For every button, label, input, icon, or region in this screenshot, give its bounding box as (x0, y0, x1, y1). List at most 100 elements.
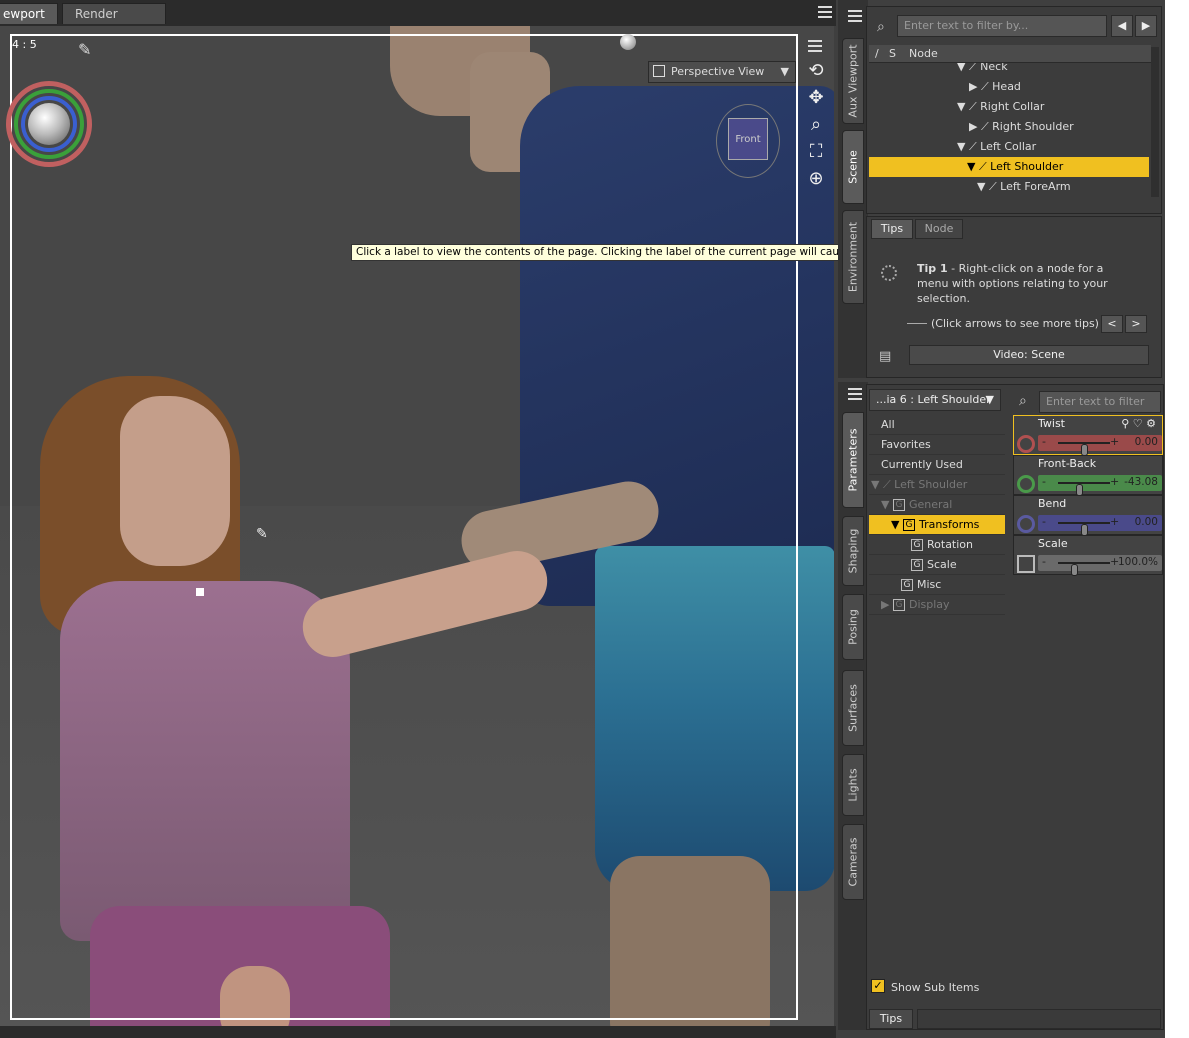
column-visible[interactable]: / (875, 45, 879, 63)
scene-scrollbar[interactable] (1151, 47, 1159, 197)
group-misc[interactable]: G Misc (869, 575, 1005, 595)
tree-row[interactable]: ▼ ⟋ Left ForeArm (869, 177, 1149, 197)
slider-knob[interactable] (1071, 564, 1078, 576)
tip-text: Tip 1 - Right-click on a node for a menu… (917, 261, 1137, 306)
viewport-tab-bar: ewport Render Library (0, 0, 836, 42)
aspect-ratio-label: 4 : 5 (12, 38, 37, 51)
node-selector[interactable]: ...ia 6 : Left Shoulder ▼ (869, 389, 1001, 411)
pin-icon[interactable]: ✎ (78, 40, 91, 59)
video-scene-button[interactable]: Video: Scene (909, 345, 1149, 365)
column-s[interactable]: S (889, 45, 896, 63)
decrement-icon[interactable]: - (1042, 555, 1046, 568)
slider-bar[interactable]: - + -43.08 (1038, 475, 1162, 496)
tab-scene[interactable]: Scene (842, 130, 864, 204)
slider-bar[interactable]: - + 0.00 (1038, 515, 1162, 536)
tab-posing[interactable]: Posing (842, 594, 864, 660)
group-transforms[interactable]: ▼ G Transforms (869, 515, 1005, 535)
slider-twist[interactable]: Twist ⚲ ♡ ⚙ - + 0.00 (1013, 415, 1163, 456)
node-pin-icon[interactable]: ✎ (256, 526, 268, 542)
tab-shaping[interactable]: Shaping (842, 516, 864, 586)
tab-environment[interactable]: Environment (842, 210, 864, 304)
group-favorites[interactable]: Favorites (869, 435, 1005, 455)
slider-front-back[interactable]: Front-Back - + -43.08 (1013, 455, 1163, 496)
link-icon[interactable]: ⚲ ♡ ⚙ (1121, 417, 1156, 430)
slider-value[interactable]: -43.08 (1124, 476, 1158, 488)
tab-parameters[interactable]: Parameters (842, 412, 864, 508)
lighting-icon[interactable] (620, 34, 636, 50)
slider-track[interactable] (1058, 442, 1110, 456)
joint-handle[interactable] (196, 588, 204, 596)
prev-tip-button[interactable]: < (1101, 315, 1123, 333)
tree-row[interactable]: ▼ ⟋ Left Collar (869, 137, 1149, 157)
tree-row-selected[interactable]: ▼ ⟋ Left Shoulder (869, 157, 1149, 177)
tree-row[interactable]: ▼ ⟋ Right Collar (869, 97, 1149, 117)
view-selector-label: Perspective View (671, 65, 765, 78)
group-left-shoulder[interactable]: ▼ ⟋ Left Shoulder (869, 475, 1005, 495)
slider-value[interactable]: 100.0% (1118, 556, 1158, 568)
slider-bar[interactable]: - + 0.00 (1038, 435, 1162, 456)
zoom-icon[interactable]: ⌕ (804, 114, 828, 136)
pane-menu-icon[interactable] (818, 6, 832, 18)
tab-tips-bottom[interactable]: Tips (869, 1009, 913, 1029)
side-menu-icon[interactable] (848, 10, 862, 22)
3d-viewport[interactable]: 4 : 5 ✎ Perspective View ▼ Front ⟲ ✥ ⌕ ⛶… (0, 26, 834, 1026)
rotate-icon (1017, 475, 1035, 493)
tab-lights[interactable]: Lights (842, 754, 864, 816)
decrement-icon[interactable]: - (1042, 515, 1046, 528)
tree-row[interactable]: ▼ ⟋ Neck (869, 63, 1149, 77)
slider-bend[interactable]: Bend - + 0.00 (1013, 495, 1163, 536)
search-icon: ⌕ (1019, 393, 1027, 409)
group-scale[interactable]: G Scale (869, 555, 1005, 575)
decrement-icon[interactable]: - (1042, 475, 1046, 488)
increment-icon[interactable]: + (1110, 435, 1119, 448)
decrement-icon[interactable]: - (1042, 435, 1046, 448)
camera-frame (10, 34, 798, 1020)
group-display[interactable]: ▶ G Display (869, 595, 1005, 615)
view-cube-face[interactable]: Front (728, 118, 768, 160)
group-all[interactable]: All (869, 415, 1005, 435)
trackball-icon[interactable] (28, 103, 70, 145)
slider-track[interactable] (1058, 562, 1110, 576)
group-rotation[interactable]: G Rotation (869, 535, 1005, 555)
rotate-icon (1017, 515, 1035, 533)
frame-icon[interactable]: ⛶ (804, 141, 828, 163)
scene-pane: ⌕ Enter text to filter by... ◀ ▶ / S Nod… (866, 6, 1162, 214)
chevron-down-icon: ▼ (780, 65, 789, 78)
slider-value[interactable]: 0.00 (1135, 516, 1158, 528)
increment-icon[interactable]: + (1110, 515, 1119, 528)
slider-value[interactable]: 0.00 (1135, 436, 1158, 448)
parameter-filter-input[interactable]: Enter text to filter by... (1039, 391, 1161, 428)
view-selector[interactable]: Perspective View ▼ (648, 61, 796, 83)
orbit-icon[interactable]: ⟲ (804, 60, 828, 82)
slider-bar[interactable]: - + 100.0% (1038, 555, 1162, 576)
reset-view-icon[interactable]: ⊕ (804, 168, 828, 190)
tab-surfaces[interactable]: Surfaces (842, 670, 864, 746)
increment-icon[interactable]: + (1110, 475, 1119, 488)
arrow-right-icon[interactable]: ▶ (1135, 15, 1157, 37)
slider-scale[interactable]: Scale - + 100.0% (1013, 535, 1163, 576)
parameter-sliders: Twist ⚲ ♡ ⚙ - + 0.00 Front-Back - + -43.… (1013, 415, 1163, 585)
slider-name: Front-Back (1038, 457, 1097, 470)
pan-icon[interactable]: ✥ (804, 87, 828, 109)
tree-row[interactable]: ▶ ⟋ Head (869, 77, 1149, 97)
tab-render-library[interactable]: Render Library (62, 3, 166, 42)
tab-tips[interactable]: Tips (871, 219, 913, 239)
slider-track[interactable] (1058, 482, 1110, 496)
side-tab-strip-bottom: Parameters Shaping Posing Surfaces Light… (838, 382, 868, 1030)
side-menu-icon[interactable] (848, 388, 862, 400)
column-node[interactable]: Node (909, 45, 938, 63)
viewport-menu-icon[interactable] (808, 40, 822, 52)
slider-track[interactable] (1058, 522, 1110, 536)
tab-node[interactable]: Node (915, 219, 963, 239)
arrow-left-icon[interactable]: ◀ (1111, 15, 1133, 37)
tab-cameras[interactable]: Cameras (842, 824, 864, 900)
tab-viewport[interactable]: ewport (0, 3, 58, 24)
group-currently-used[interactable]: Currently Used (869, 455, 1005, 475)
scene-filter-input[interactable]: Enter text to filter by... (897, 15, 1107, 37)
divider (907, 323, 927, 324)
group-general[interactable]: ▼ G General (869, 495, 1005, 515)
next-tip-button[interactable]: > (1125, 315, 1147, 333)
tab-aux-viewport[interactable]: Aux Viewport (842, 38, 864, 124)
show-sub-items-checkbox[interactable]: ✓ (871, 979, 885, 993)
tree-row[interactable]: ▶ ⟋ Right Shoulder (869, 117, 1149, 137)
